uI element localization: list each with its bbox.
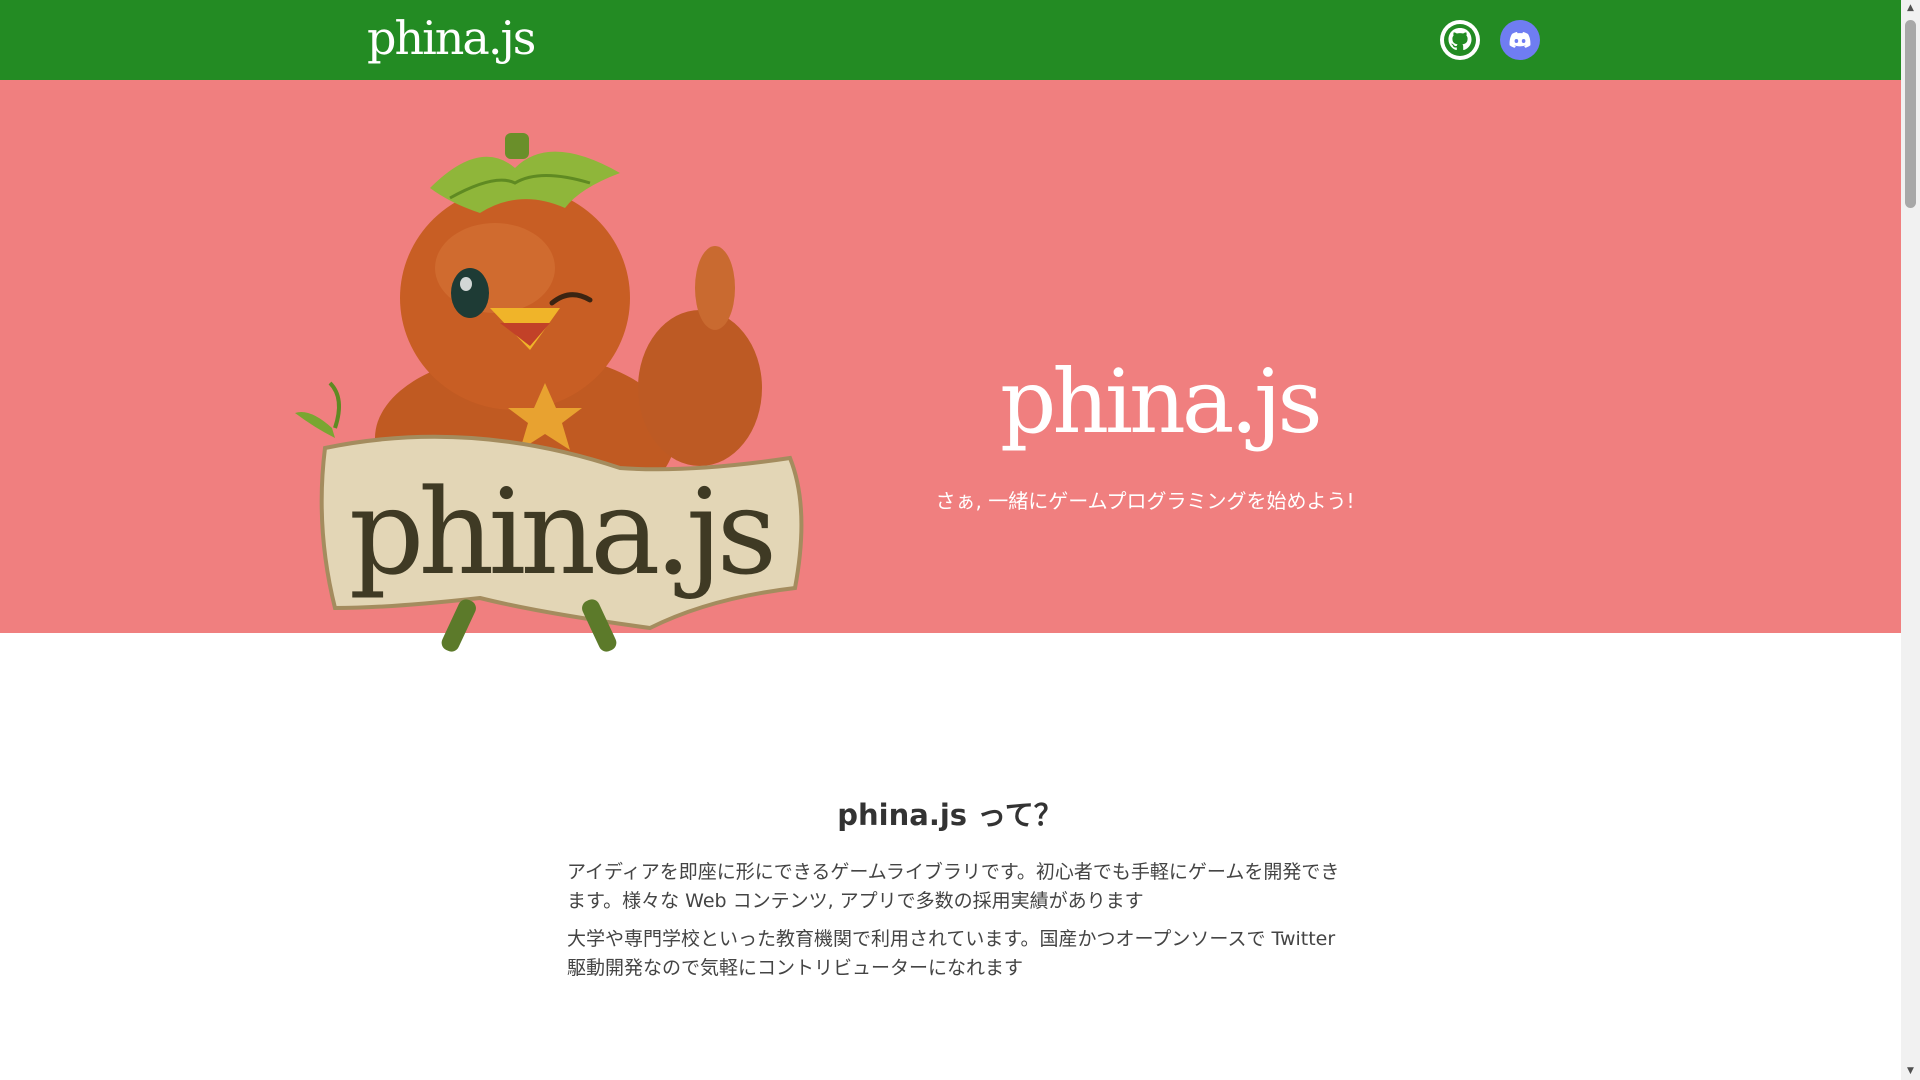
scroll-thumb[interactable] bbox=[1905, 20, 1916, 208]
about-heading: phina.js って？ bbox=[837, 798, 1063, 832]
hero-section: phina.js さぁ, 一緒にゲームプログラミングを始めよう! bbox=[0, 80, 1901, 633]
hero-tagline: さぁ, 一緒にゲームプログラミングを始めよう! bbox=[935, 489, 1355, 513]
hero-title: phina.js bbox=[1000, 350, 1323, 453]
mascot-illustration: phina.js bbox=[295, 133, 804, 652]
page-scrollbar[interactable]: ▲ ▼ bbox=[1901, 0, 1920, 1080]
discord-link[interactable] bbox=[1500, 20, 1540, 60]
discord-icon bbox=[1509, 32, 1531, 48]
about-paragraph: アイディアを即座に形にできるゲームライブラリです。初心者でも手軽にゲームを開発で… bbox=[567, 861, 1340, 912]
header-logo[interactable]: phina.js bbox=[367, 10, 536, 66]
github-icon bbox=[1444, 24, 1476, 56]
site-header: phina.js bbox=[0, 0, 1901, 80]
scroll-up-arrow[interactable]: ▲ bbox=[1901, 0, 1920, 17]
sign-text: phina.js bbox=[349, 463, 772, 601]
github-link[interactable] bbox=[1440, 20, 1480, 60]
scroll-down-arrow[interactable]: ▼ bbox=[1901, 1063, 1920, 1080]
about-paragraph: 大学や専門学校といった教育機関で利用されています。国産かつオープンソースで Tw… bbox=[567, 928, 1336, 979]
